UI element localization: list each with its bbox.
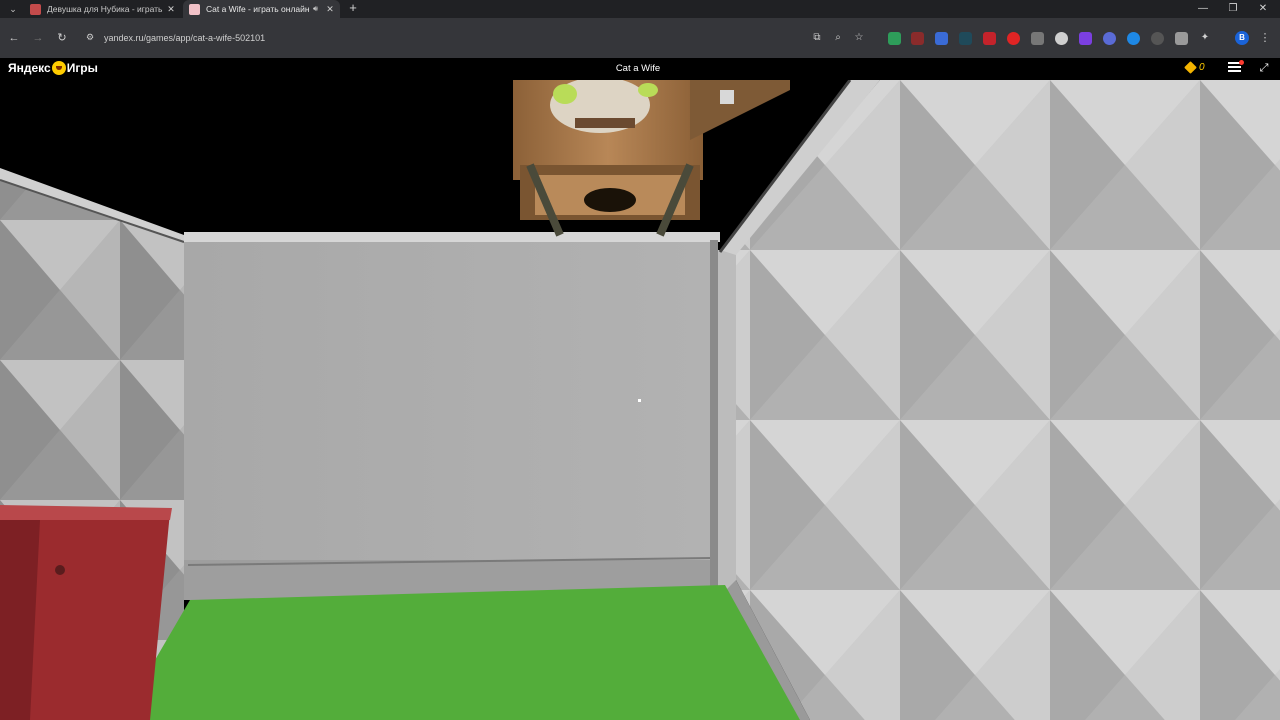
right-wall (736, 80, 1280, 720)
extension-13-icon[interactable] (1175, 32, 1188, 45)
youtube-extension-icon[interactable] (1007, 32, 1020, 45)
extension-11-icon[interactable] (1127, 32, 1140, 45)
restore-icon[interactable]: ❐ (1218, 0, 1248, 18)
back-wall (184, 240, 714, 560)
tab-cat-a-wife[interactable]: Cat a Wife - играть онлайн 🔊︎ ✕ (183, 0, 340, 18)
tab-title: Cat a Wife - играть онлайн (206, 4, 310, 14)
install-app-icon[interactable]: ⧉ (810, 31, 824, 45)
red-bin (0, 505, 172, 720)
profile-avatar[interactable]: B (1235, 31, 1249, 45)
tab-devushka[interactable]: Девушка для Нубика - играть ✕ (24, 0, 181, 18)
extension-9-icon[interactable] (1079, 32, 1092, 45)
tab-title: Девушка для Нубика - играть (47, 4, 163, 14)
reload-icon[interactable]: ↻ (54, 30, 70, 46)
coin-icon (1184, 61, 1197, 74)
coin-count: 0 (1199, 62, 1205, 73)
extension-2-icon[interactable] (911, 32, 924, 45)
close-icon[interactable]: ✕ (1248, 0, 1278, 18)
speaker-icon[interactable]: 🔊︎ (313, 4, 318, 14)
tab-search-icon[interactable]: ⌄ (6, 2, 20, 16)
minimize-icon[interactable]: — (1188, 0, 1218, 18)
hamburger-menu-icon[interactable] (1228, 60, 1244, 74)
new-tab-button[interactable]: + (346, 1, 360, 15)
url-text[interactable]: yandex.ru/games/app/cat-a-wife-502101 (104, 33, 265, 43)
hanging-crate (513, 80, 790, 237)
zoom-icon[interactable]: ⌕ (831, 31, 845, 45)
close-tab-icon[interactable]: ✕ (165, 4, 177, 15)
fullscreen-icon[interactable]: ⤢ (1257, 61, 1271, 75)
forward-icon[interactable]: → (30, 30, 46, 46)
game-scene (0, 80, 1280, 720)
extension-1-icon[interactable] (888, 32, 901, 45)
game-title: Cat a Wife (615, 63, 661, 74)
extension-10-icon[interactable] (1103, 32, 1116, 45)
translate-extension-icon[interactable] (935, 32, 948, 45)
tab-strip: ⌄ Девушка для Нубика - играть ✕ Cat a Wi… (0, 0, 1280, 18)
coin-balance[interactable]: 0 (1184, 61, 1205, 74)
crosshair (638, 399, 641, 402)
browser-menu-icon[interactable]: ⋮ (1259, 31, 1271, 45)
extension-5-icon[interactable] (983, 32, 996, 45)
close-tab-icon[interactable]: ✕ (324, 4, 336, 15)
bookmark-star-icon[interactable]: ☆ (852, 31, 866, 45)
site-info-icon[interactable]: ⚙ (84, 31, 96, 43)
extensions-puzzle-icon[interactable]: ✦ (1198, 31, 1212, 45)
back-icon[interactable]: ← (6, 30, 22, 46)
notification-dot (1239, 60, 1244, 65)
extension-8-icon[interactable] (1055, 32, 1068, 45)
extension-4-icon[interactable] (959, 32, 972, 45)
tab-favicon-icon (189, 3, 200, 15)
tab-favicon-icon (30, 3, 41, 15)
extension-7-icon[interactable] (1031, 32, 1044, 45)
extension-12-icon[interactable] (1151, 32, 1164, 45)
game-viewport[interactable] (0, 80, 1280, 720)
green-floor (120, 585, 800, 720)
